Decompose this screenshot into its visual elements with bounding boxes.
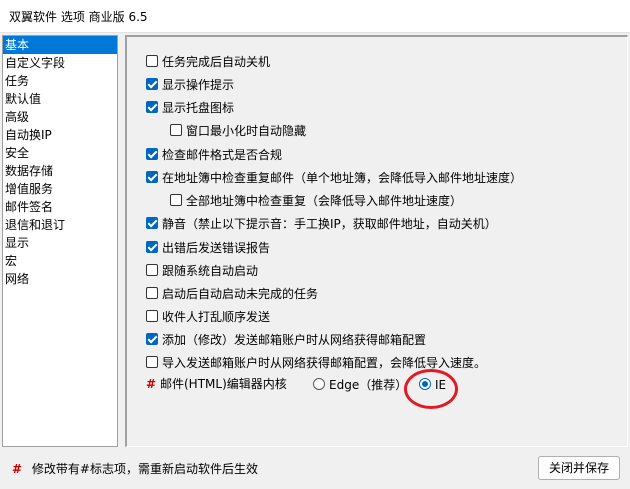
option-label: 在地址簿中检查重复邮件（单个地址簿，会降低导入邮件地址速度） <box>162 171 523 185</box>
radio-label: Edge（推荐） <box>329 378 408 392</box>
sidebar-item-security[interactable]: 安全 <box>3 144 117 162</box>
restart-note: # 修改带有#标志项，需重新启动软件后生效 <box>12 460 258 477</box>
sidebar-item-auto-ip[interactable]: 自动换IP <box>3 126 117 144</box>
sidebar-item-custom-fields[interactable]: 自定义字段 <box>3 54 117 72</box>
option-checkbox[interactable] <box>146 148 158 160</box>
sidebar-item-display[interactable]: 显示 <box>3 234 117 252</box>
editor-kernel-row: # 邮件(HTML)编辑器内核 <box>146 376 287 392</box>
editor-kernel-label: 邮件(HTML)编辑器内核 <box>160 377 287 391</box>
close-save-button[interactable]: 关闭并保存 <box>538 456 620 480</box>
option-checkbox[interactable] <box>170 194 182 206</box>
sidebar-item-advanced[interactable]: 高级 <box>3 108 117 126</box>
option-label: 添加（修改）发送邮箱账户时从网络获得邮箱配置 <box>162 333 427 347</box>
option-label: 显示托盘图标 <box>162 101 235 115</box>
sidebar-item-macro[interactable]: 宏 <box>3 252 117 270</box>
title-bar: 双翼软件 选项 商业版 6.5 <box>0 0 630 33</box>
option-checkbox[interactable] <box>170 124 182 136</box>
sidebar-item-defaults[interactable]: 默认值 <box>3 90 117 108</box>
option-label: 检查邮件格式是否合规 <box>162 148 283 162</box>
option-label: 跟随系统自动启动 <box>162 264 259 278</box>
window-title: 双翼软件 选项 商业版 6.5 <box>9 10 148 24</box>
option-label: 收件人打乱顺序发送 <box>162 310 271 324</box>
option-checkbox[interactable] <box>146 333 158 345</box>
annotation-circle <box>404 369 458 409</box>
restart-note-text: 修改带有#标志项，需重新启动软件后生效 <box>31 462 258 476</box>
option-label: 窗口最小化时自动隐藏 <box>186 124 307 138</box>
category-list[interactable]: 基本 自定义字段 任务 默认值 高级 自动换IP 安全 数据存储 增值服务 邮件… <box>2 35 118 447</box>
option-label: 显示操作提示 <box>162 78 235 92</box>
sidebar-item-signature[interactable]: 邮件签名 <box>3 198 117 216</box>
option-checkbox[interactable] <box>146 78 158 90</box>
option-checkbox[interactable] <box>146 241 158 253</box>
option-label: 出错后发送错误报告 <box>162 241 271 255</box>
sidebar-item-bounce-unsubscribe[interactable]: 退信和退订 <box>3 216 117 234</box>
sidebar-item-data-storage[interactable]: 数据存储 <box>3 162 117 180</box>
sidebar-item-network[interactable]: 网络 <box>3 270 117 288</box>
option-checkbox[interactable] <box>146 217 158 229</box>
option-label: 静音（禁止以下提示音：手工换IP，获取邮件地址，自动关机） <box>162 217 497 231</box>
sidebar-item-basic[interactable]: 基本 <box>3 36 117 54</box>
option-checkbox[interactable] <box>146 101 158 113</box>
option-checkbox[interactable] <box>146 55 158 67</box>
radio-button[interactable] <box>313 378 325 390</box>
option-checkbox[interactable] <box>146 287 158 299</box>
option-checkbox[interactable] <box>146 171 158 183</box>
restart-marker: # <box>146 377 157 391</box>
option-checkbox[interactable] <box>146 264 158 276</box>
option-checkbox[interactable] <box>146 356 158 368</box>
sidebar-item-value-added[interactable]: 增值服务 <box>3 180 117 198</box>
option-checkbox[interactable] <box>146 310 158 322</box>
restart-marker: # <box>12 462 23 476</box>
option-label: 全部地址簿中检查重复（会降低导入邮件地址速度） <box>186 194 463 208</box>
option-label: 任务完成后自动关机 <box>162 55 271 69</box>
option-label: 启动后自动启动未完成的任务 <box>162 287 319 301</box>
sidebar-item-tasks[interactable]: 任务 <box>3 72 117 90</box>
